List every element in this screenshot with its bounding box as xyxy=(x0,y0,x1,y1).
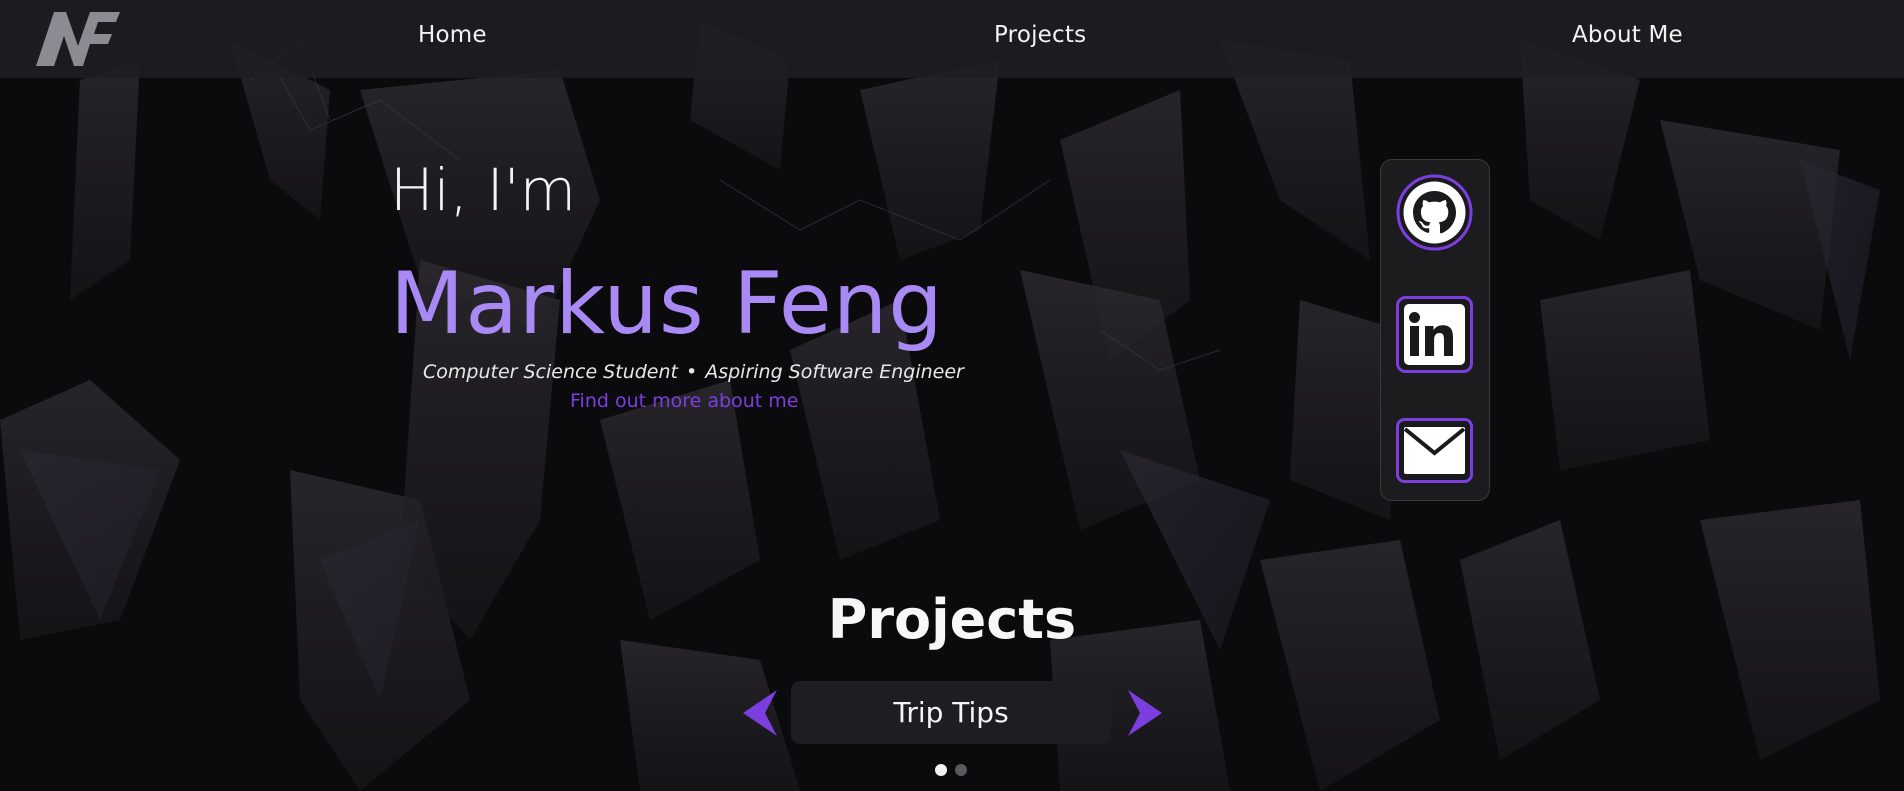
projects-heading: Projects xyxy=(827,588,1077,651)
background-shards xyxy=(0,20,1880,791)
subtitle-role-1: Computer Science Student xyxy=(423,361,678,383)
mail-icon[interactable] xyxy=(1396,418,1473,495)
carousel-prev-arrow-icon[interactable] xyxy=(743,690,783,736)
nav-link-projects[interactable]: Projects xyxy=(994,22,1086,48)
subtitle-role-2: Aspiring Software Engineer xyxy=(705,361,964,383)
about-me-link[interactable]: Find out more about me xyxy=(570,390,798,412)
top-navbar: MF Home Projects About Me xyxy=(0,0,1904,78)
carousel-indicator-2[interactable] xyxy=(955,764,967,776)
hero-subtitle: Computer Science Student • Aspiring Softwa… xyxy=(423,361,964,383)
carousel-indicator-1[interactable] xyxy=(935,764,947,776)
linkedin-icon[interactable] xyxy=(1396,296,1473,373)
carousel-next-arrow-icon[interactable] xyxy=(1122,690,1162,736)
mf-logo[interactable] xyxy=(36,12,120,66)
project-carousel-card[interactable]: Trip Tips xyxy=(791,681,1111,744)
hero-greeting: Hi, I'm xyxy=(390,156,577,224)
social-links-panel xyxy=(1380,159,1490,501)
hero-name: Markus Feng xyxy=(390,254,944,354)
nav-link-home[interactable]: Home xyxy=(418,22,487,48)
github-icon[interactable] xyxy=(1396,174,1473,251)
project-title: Trip Tips xyxy=(893,696,1009,729)
subtitle-separator: • xyxy=(685,361,698,383)
page: MF Home Projects About Me Hi, I'm Markus… xyxy=(0,0,1904,791)
nav-link-about[interactable]: About Me xyxy=(1572,22,1683,48)
